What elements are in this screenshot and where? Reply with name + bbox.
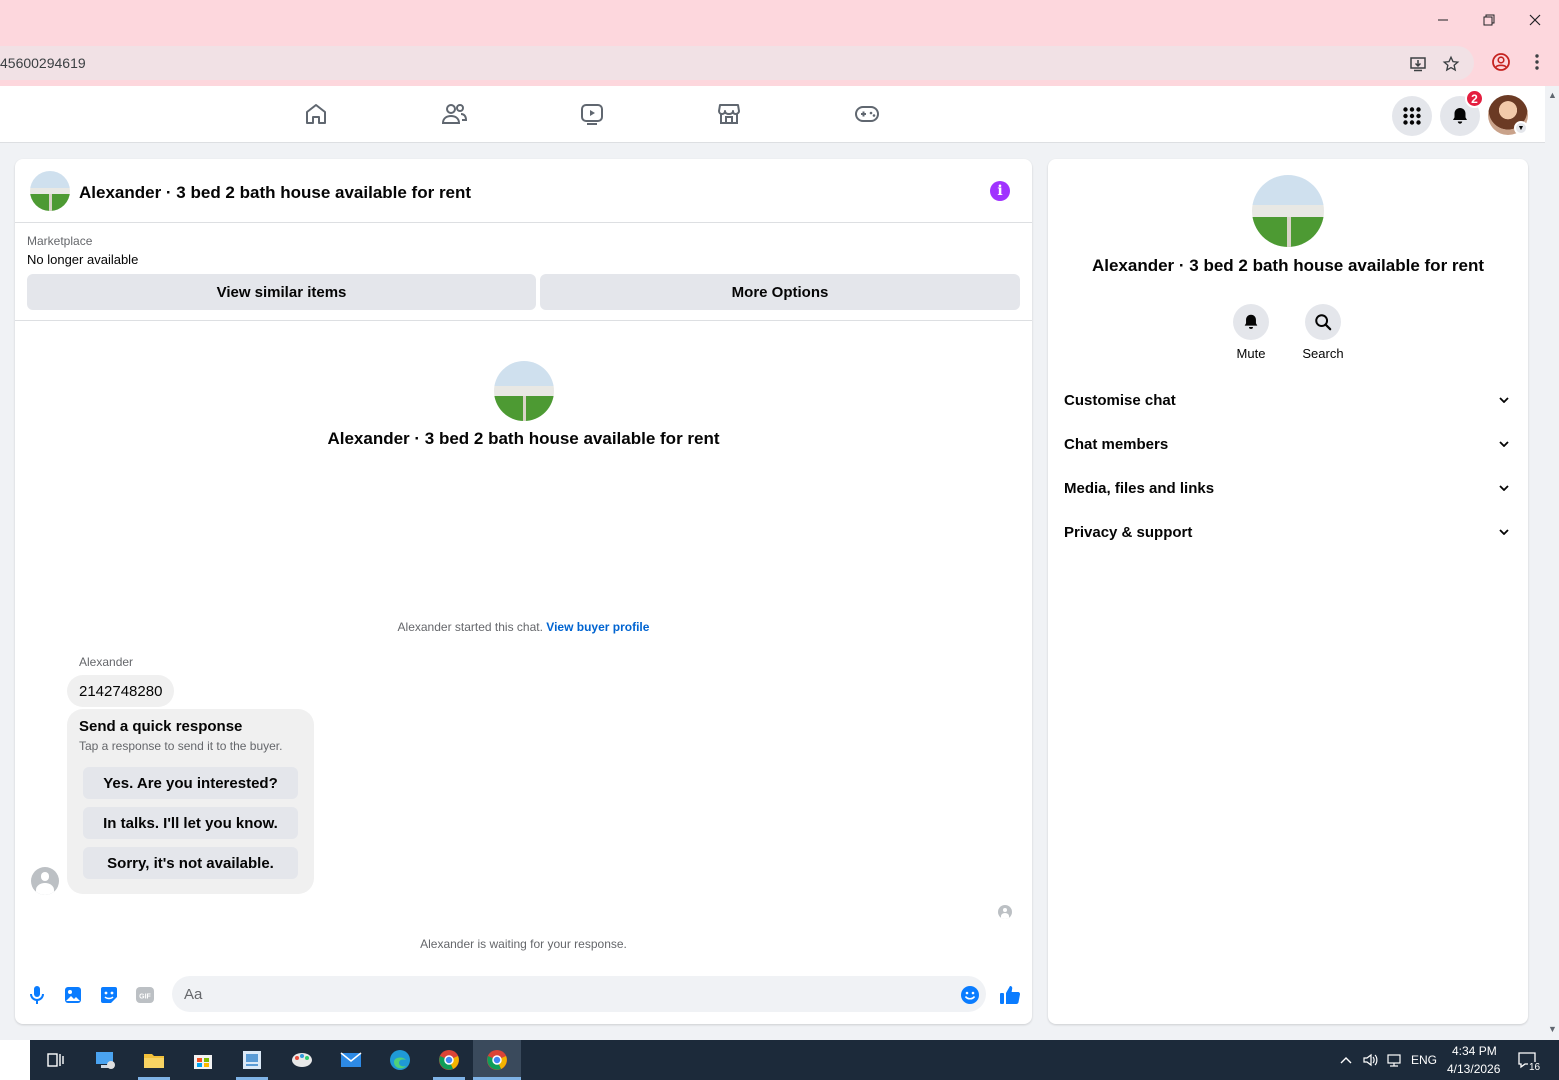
photos-app-icon[interactable] <box>232 1044 272 1076</box>
chevron-down-icon <box>1496 524 1512 540</box>
action-center-count: 16 <box>1528 1062 1542 1073</box>
chat-details-panel: Alexander · 3 bed 2 bath house available… <box>1048 159 1528 1024</box>
message-input[interactable] <box>172 976 986 1012</box>
url-text[interactable]: 45600294619 <box>0 55 86 71</box>
listing-status: No longer available <box>27 252 139 267</box>
listing-photo-large <box>1252 175 1324 247</box>
mute-label: Mute <box>1236 346 1266 361</box>
mute-action[interactable]: Mute <box>1215 304 1287 361</box>
photo-icon[interactable] <box>61 983 85 1007</box>
more-options-button[interactable]: More Options <box>540 274 1020 310</box>
page-scrollbar[interactable]: ▲ ▼ <box>1545 86 1559 1040</box>
task-view-icon[interactable] <box>35 1044 75 1076</box>
profile-icon[interactable] <box>1489 50 1513 74</box>
watch-icon[interactable] <box>578 100 606 128</box>
browser-menu-icon[interactable] <box>1525 50 1549 74</box>
start-area[interactable] <box>0 1040 30 1080</box>
bookmark-star-icon[interactable] <box>1441 54 1461 74</box>
chat-title[interactable]: Alexander · 3 bed 2 bath house available… <box>79 183 471 203</box>
browser-toolbar: 45600294619 <box>0 40 1559 86</box>
gaming-icon[interactable] <box>853 100 881 128</box>
section-label: Media, files and links <box>1064 479 1215 497</box>
quick-response-yes-button[interactable]: Yes. Are you interested? <box>83 767 298 799</box>
chat-members-section[interactable]: Chat members <box>1056 422 1520 466</box>
sticker-icon[interactable] <box>97 983 121 1007</box>
sender-name: Alexander <box>79 655 134 669</box>
listing-avatar[interactable] <box>30 171 70 211</box>
network-icon[interactable] <box>1374 1044 1414 1076</box>
notification-badge: 2 <box>1465 89 1484 108</box>
quick-response-not-available-button[interactable]: Sorry, it's not available. <box>83 847 298 879</box>
marketplace-icon[interactable] <box>715 100 743 128</box>
address-bar[interactable]: 45600294619 <box>0 46 1474 80</box>
home-icon[interactable] <box>302 100 330 128</box>
svg-text:GIF: GIF <box>139 994 151 1001</box>
taskbar: ENG 4:34 PM 4/13/2026 16 <box>0 1040 1559 1080</box>
details-title: Alexander · 3 bed 2 bath house available… <box>1091 256 1485 275</box>
install-app-icon[interactable] <box>1408 54 1428 74</box>
chat-header: Alexander · 3 bed 2 bath house available… <box>15 159 1032 223</box>
conversation-title: Alexander · 3 bed 2 bath house available… <box>327 429 720 448</box>
search-icon[interactable] <box>1305 304 1341 340</box>
bell-icon <box>1453 108 1467 124</box>
scroll-down-icon[interactable]: ▼ <box>1548 1024 1557 1034</box>
seen-indicator-avatar <box>998 905 1012 919</box>
scroll-up-icon[interactable]: ▲ <box>1548 90 1557 100</box>
quick-response-card: Send a quick response Tap a response to … <box>67 709 314 894</box>
restore-icon[interactable] <box>1466 0 1512 40</box>
section-label: Privacy & support <box>1064 523 1193 541</box>
listing-photo <box>494 361 554 421</box>
chevron-down-icon <box>1496 480 1512 496</box>
minimize-icon[interactable] <box>1420 0 1466 40</box>
clock-date[interactable]: 4/13/2026 <box>1447 1062 1500 1076</box>
account-caret-icon[interactable]: ▼ <box>1514 121 1528 135</box>
paint-app-icon[interactable] <box>282 1044 322 1076</box>
view-similar-items-button[interactable]: View similar items <box>27 274 536 310</box>
section-label: Chat members <box>1064 435 1169 453</box>
friends-icon[interactable] <box>440 100 468 128</box>
message-bubble[interactable]: 2142748280 <box>67 675 175 707</box>
computer-app-icon[interactable] <box>85 1044 125 1076</box>
thumbs-up-icon[interactable] <box>998 983 1022 1007</box>
quick-response-title: Send a quick response <box>79 718 243 735</box>
menu-grid-button[interactable] <box>1392 96 1432 136</box>
view-buyer-profile-link[interactable]: View buyer profile <box>546 620 649 634</box>
quick-response-subtitle: Tap a response to send it to the buyer. <box>79 739 283 753</box>
privacy-support-section[interactable]: Privacy & support <box>1056 510 1520 554</box>
chat-started-text: Alexander started this chat. <box>397 620 543 634</box>
facebook-header: 2 ▼ <box>0 86 1545 143</box>
info-icon[interactable]: i <box>990 181 1010 201</box>
edge-browser-icon[interactable] <box>380 1044 420 1076</box>
mail-icon[interactable] <box>331 1044 371 1076</box>
chrome-profile-m-icon[interactable] <box>429 1044 469 1076</box>
customise-chat-section[interactable]: Customise chat <box>1056 378 1520 422</box>
sender-avatar[interactable] <box>31 867 59 895</box>
media-files-links-section[interactable]: Media, files and links <box>1056 466 1520 510</box>
chat-started-notice: Alexander started this chat. View buyer … <box>15 620 1032 634</box>
store-icon[interactable] <box>183 1044 223 1076</box>
language-indicator[interactable]: ENG <box>1411 1053 1437 1067</box>
gif-icon[interactable]: GIF <box>133 983 157 1007</box>
bell-icon[interactable] <box>1233 304 1269 340</box>
emoji-icon[interactable] <box>958 983 982 1007</box>
chevron-down-icon <box>1496 392 1512 408</box>
waiting-notice: Alexander is waiting for your response. <box>420 937 627 951</box>
quick-response-in-talks-button[interactable]: In talks. I'll let you know. <box>83 807 298 839</box>
file-explorer-icon[interactable] <box>134 1044 174 1076</box>
chevron-down-icon <box>1496 436 1512 452</box>
clock-time[interactable]: 4:34 PM <box>1452 1044 1497 1058</box>
browser-titlebar <box>0 0 1559 40</box>
search-action[interactable]: Search <box>1287 304 1359 361</box>
close-icon[interactable] <box>1512 0 1558 40</box>
chrome-active-icon[interactable] <box>477 1044 517 1076</box>
microphone-icon[interactable] <box>25 983 49 1007</box>
search-label: Search <box>1302 346 1344 361</box>
chat-panel: Alexander · 3 bed 2 bath house available… <box>15 159 1032 1024</box>
grid-icon <box>1403 107 1421 125</box>
section-label: Customise chat <box>1064 391 1176 409</box>
marketplace-label: Marketplace <box>27 234 93 248</box>
divider <box>15 320 1032 321</box>
